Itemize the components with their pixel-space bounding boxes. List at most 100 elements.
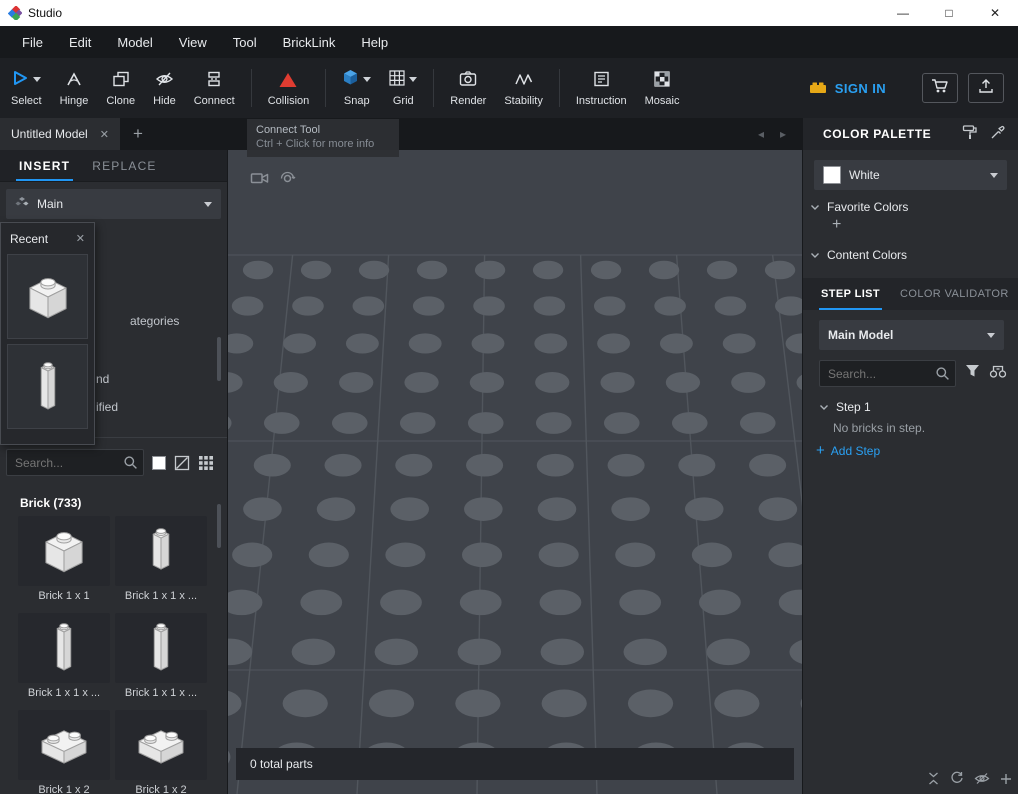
hinge-icon: [65, 69, 83, 89]
part-item[interactable]: Brick 1 x 1: [18, 516, 110, 608]
mosaic-tool-button[interactable]: Mosaic: [636, 60, 689, 116]
tab-scroll-right-icon[interactable]: ▸: [780, 127, 786, 141]
scrollbar-thumb[interactable]: [217, 337, 221, 381]
menu-edit[interactable]: Edit: [56, 26, 104, 58]
select-tool-button[interactable]: Select: [2, 60, 51, 116]
toolbar-separator: [559, 69, 560, 107]
menu-help[interactable]: Help: [348, 26, 401, 58]
tool-label: Mosaic: [645, 95, 680, 107]
collapse-all-icon[interactable]: [927, 772, 940, 790]
render-icon: [459, 69, 477, 89]
step-1-row[interactable]: Step 1: [803, 387, 1018, 414]
color-filter-button[interactable]: [152, 456, 166, 470]
menubar: File Edit Model View Tool BrickLink Help: [0, 26, 1018, 58]
category-label-fragment: nd: [96, 372, 109, 386]
part-name: Brick 1 x 1 x ...: [125, 687, 197, 699]
binoculars-icon[interactable]: [989, 364, 1007, 384]
part-item[interactable]: Brick 1 x 1 x ...: [115, 516, 207, 608]
part-name: Brick 1 x 1 x ...: [125, 590, 197, 602]
parts-grid: Brick 1 x 1 Brick 1 x 1 x ... Brick 1 x …: [18, 516, 210, 794]
view-mode-grid-button[interactable]: [198, 455, 214, 471]
sign-in-button[interactable]: SIGN IN: [808, 79, 886, 98]
select-icon: [11, 70, 29, 89]
part-item[interactable]: Brick 1 x 2: [18, 710, 110, 794]
upload-icon: [977, 78, 995, 99]
part-thumbnail: [17, 266, 79, 328]
orbit-rotate-icon[interactable]: [279, 170, 296, 192]
tab-scroll-left-icon[interactable]: ◂: [758, 127, 764, 141]
chevron-down-icon: [204, 202, 212, 207]
add-icon[interactable]: [1000, 772, 1012, 790]
eyedropper-icon[interactable]: [990, 124, 1006, 145]
tool-label: Render: [450, 95, 486, 107]
model-select-dropdown[interactable]: Main Model: [819, 320, 1004, 350]
color-select-dropdown[interactable]: White: [814, 160, 1007, 190]
recent-part-item[interactable]: [7, 344, 88, 429]
snap-tool-button[interactable]: Snap: [333, 60, 380, 116]
hide-tool-button[interactable]: Hide: [144, 60, 185, 116]
clone-tool-button[interactable]: Clone: [97, 60, 144, 116]
add-favorite-color-button[interactable]: +: [803, 214, 1018, 234]
menu-model[interactable]: Model: [104, 26, 165, 58]
clone-icon: [112, 69, 130, 89]
wishlist-cart-button[interactable]: [922, 73, 958, 103]
part-thumbnail: [18, 613, 110, 683]
toolbar-right: SIGN IN: [808, 73, 1004, 103]
sign-in-label: SIGN IN: [835, 81, 886, 96]
palette-select-dropdown[interactable]: Main: [6, 189, 221, 219]
tab-step-list[interactable]: STEP LIST: [819, 278, 882, 310]
tool-label: Instruction: [576, 95, 627, 107]
grid-tool-button[interactable]: Grid: [380, 60, 426, 116]
palette-name: Main: [37, 197, 63, 211]
maximize-icon[interactable]: □: [926, 0, 972, 26]
menu-tool[interactable]: Tool: [220, 26, 270, 58]
part-thumbnail: [115, 516, 207, 586]
sync-steps-icon[interactable]: [950, 771, 964, 790]
collision-tool-button[interactable]: Collision: [259, 60, 319, 116]
close-icon[interactable]: ✕: [972, 0, 1018, 26]
tab-insert[interactable]: INSERT: [16, 150, 73, 181]
tab-close-icon[interactable]: ✕: [100, 128, 109, 141]
recent-title: Recent: [10, 232, 48, 246]
stability-tool-button[interactable]: Stability: [495, 60, 552, 116]
tab-replace[interactable]: REPLACE: [89, 150, 159, 181]
scrollbar-thumb[interactable]: [217, 504, 221, 548]
content-colors-section[interactable]: Content Colors: [803, 234, 1018, 262]
chevron-down-icon: [987, 333, 995, 338]
tab-untitled-model[interactable]: Untitled Model ✕: [0, 118, 120, 150]
instruction-tool-button[interactable]: Instruction: [567, 60, 636, 116]
render-tool-button[interactable]: Render: [441, 60, 495, 116]
part-item[interactable]: Brick 1 x 2: [115, 710, 207, 794]
paint-roller-icon[interactable]: [962, 124, 978, 145]
menu-bricklink[interactable]: BrickLink: [270, 26, 349, 58]
step-search-box: [819, 360, 956, 387]
close-icon[interactable]: ✕: [76, 232, 85, 245]
viewport-3d[interactable]: 0 total parts: [228, 150, 802, 794]
filter-icon[interactable]: [965, 364, 980, 383]
step-list-toolbar: [927, 771, 1012, 790]
add-tab-button[interactable]: +: [120, 124, 156, 144]
tool-label: Clone: [106, 95, 135, 107]
menu-view[interactable]: View: [166, 26, 220, 58]
recent-part-item[interactable]: [7, 254, 88, 339]
baseplate-canvas[interactable]: [228, 150, 802, 794]
camera-view-icon[interactable]: [250, 170, 269, 192]
upload-button[interactable]: [968, 73, 1004, 103]
tab-color-validator[interactable]: COLOR VALIDATOR: [898, 278, 1011, 310]
stability-icon: [514, 69, 533, 89]
part-item[interactable]: Brick 1 x 1 x ...: [18, 613, 110, 705]
category-section-title: Brick (733): [0, 486, 227, 510]
hinge-tool-button[interactable]: Hinge: [51, 60, 98, 116]
decorated-filter-button[interactable]: [174, 455, 190, 471]
studio-logo-icon: [8, 6, 22, 20]
part-item[interactable]: Brick 1 x 1 x ...: [115, 613, 207, 705]
toggle-visibility-icon[interactable]: [974, 772, 990, 790]
part-name: Brick 1 x 2: [135, 784, 186, 794]
minimize-icon[interactable]: —: [880, 0, 926, 26]
menu-file[interactable]: File: [9, 26, 56, 58]
add-step-button[interactable]: + Add Step: [803, 435, 1018, 458]
connect-tool-button[interactable]: Connect: [185, 60, 244, 116]
favorite-colors-section[interactable]: Favorite Colors: [803, 190, 1018, 214]
search-icon: [935, 366, 950, 386]
white-swatch-icon: [152, 456, 166, 470]
